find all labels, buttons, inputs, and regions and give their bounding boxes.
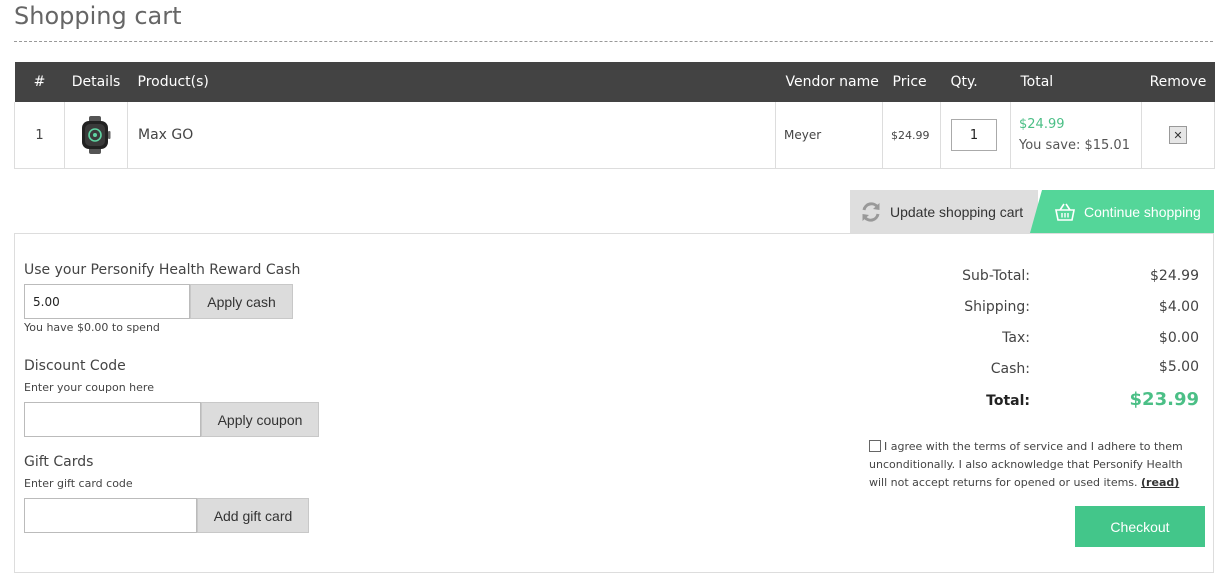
cart-footer-panel: Use your Personify Health Reward Cash Ap… (14, 233, 1214, 573)
update-cart-label: Update shopping cart (890, 203, 1024, 220)
shipping-value: $4.00 (1158, 299, 1199, 315)
terms-text: I agree with the terms of service and I … (869, 440, 1183, 489)
you-save: You save: $15.01 (1019, 138, 1130, 153)
refresh-icon (862, 201, 880, 222)
cart-table: # Details Product(s) Vendor name Price Q… (14, 62, 1215, 169)
tax-value: $0.00 (1158, 330, 1199, 346)
discount-hint: Enter your coupon here (24, 381, 154, 394)
col-index: # (14, 62, 65, 102)
basket-icon (1055, 203, 1075, 221)
continue-shopping-label: Continue shopping (1084, 203, 1201, 220)
gift-cards-title: Gift Cards (24, 454, 94, 470)
apply-coupon-button[interactable]: Apply coupon (201, 402, 319, 437)
update-cart-button[interactable]: Update shopping cart (850, 190, 1038, 233)
discount-title: Discount Code (24, 358, 126, 374)
col-total: Total (1010, 62, 1142, 102)
product-details-cell[interactable] (64, 102, 128, 169)
product-name-link[interactable]: Max GO (138, 127, 193, 143)
col-qty: Qty. (940, 62, 1011, 102)
order-total-value: $23.99 (1129, 389, 1199, 410)
col-vendor: Vendor name (775, 62, 883, 102)
col-products: Product(s) (127, 62, 776, 102)
product-name[interactable]: Max GO (127, 102, 776, 169)
table-row: 1 Max GO Meyer $24.99 1 $24.99 You save:… (14, 102, 1215, 169)
reward-cash-title: Use your Personify Health Reward Cash (24, 262, 301, 278)
apply-cash-button[interactable]: Apply cash (190, 284, 293, 319)
tax-label: Tax: (1002, 330, 1030, 346)
col-details: Details (64, 62, 128, 102)
remove-item-checkbox[interactable]: ✕ (1169, 126, 1187, 144)
title-divider (14, 41, 1213, 42)
remove-cell: ✕ (1141, 102, 1215, 169)
gift-card-input[interactable] (24, 498, 197, 533)
order-total-label: Total: (986, 393, 1030, 409)
coupon-input[interactable] (24, 402, 201, 437)
terms-read-link[interactable]: (read) (1141, 476, 1179, 489)
row-index: 1 (14, 102, 65, 169)
reward-cash-hint: You have $0.00 to spend (24, 321, 160, 334)
col-remove: Remove (1141, 62, 1215, 102)
cash-label: Cash: (990, 361, 1030, 377)
table-header-row: # Details Product(s) Vendor name Price Q… (14, 62, 1215, 102)
qty-cell (940, 102, 1011, 169)
total-cell: $24.99 You save: $15.01 (1010, 102, 1142, 169)
smartwatch-icon[interactable] (77, 116, 113, 154)
close-icon: ✕ (1173, 128, 1183, 142)
vendor-name: Meyer (775, 102, 883, 169)
terms-checkbox[interactable] (869, 440, 881, 452)
unit-price: $24.99 (882, 102, 941, 169)
checkout-button[interactable]: Checkout (1075, 506, 1205, 547)
cash-value: $5.00 (1158, 359, 1199, 375)
subtotal-label: Sub-Total: (962, 268, 1030, 284)
subtotal-value: $24.99 (1150, 268, 1199, 284)
gift-cards-hint: Enter gift card code (24, 477, 133, 490)
add-gift-card-button[interactable]: Add gift card (197, 498, 309, 533)
quantity-input[interactable] (951, 119, 997, 151)
reward-cash-input[interactable] (24, 284, 190, 319)
shipping-label: Shipping: (964, 299, 1030, 315)
line-total: $24.99 (1019, 117, 1065, 132)
col-price: Price (882, 62, 941, 102)
terms-of-service: I agree with the terms of service and I … (869, 438, 1199, 492)
page-title: Shopping cart (14, 2, 182, 30)
continue-shopping-button[interactable]: Continue shopping (1030, 190, 1214, 233)
